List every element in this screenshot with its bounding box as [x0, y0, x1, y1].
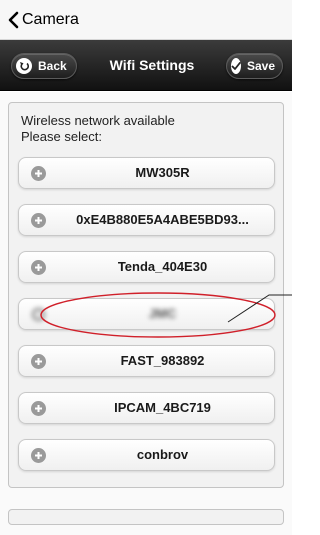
back-arrow-icon [16, 58, 32, 74]
navigation-header: Back Wifi Settings Save [0, 40, 292, 91]
plus-icon [31, 260, 46, 275]
settings-content: Wireless network available Please select… [0, 92, 292, 535]
camera-back-link[interactable]: Camera [8, 11, 79, 29]
bottom-panel-edge [8, 509, 284, 525]
back-button-label: Back [38, 59, 67, 73]
network-item[interactable]: IPCAM_4BC719 [18, 392, 275, 424]
chevron-left-icon [8, 11, 19, 28]
network-item[interactable]: MW305R [18, 157, 275, 189]
network-name: JMC [148, 306, 177, 321]
prompt-line-2: Please select: [21, 129, 102, 144]
network-name: 0xE4B880E5A4ABE5BD93... [76, 212, 249, 227]
plus-icon [31, 354, 46, 369]
network-name: Tenda_404E30 [117, 259, 208, 274]
network-item-obscured[interactable]: JMC [18, 298, 275, 330]
save-button[interactable]: Save [226, 53, 283, 79]
prompt-line-1: Wireless network available [21, 113, 175, 128]
network-item[interactable]: FAST_983892 [18, 345, 275, 377]
camera-back-label: Camera [22, 10, 79, 28]
network-item[interactable]: Tenda_404E30 [18, 251, 275, 283]
page-title: Wifi Settings [109, 57, 195, 73]
ios-status-bar: Camera [0, 0, 292, 40]
network-name: IPCAM_4BC719 [114, 400, 211, 415]
network-name: FAST_983892 [120, 353, 205, 368]
network-name: conbrov [136, 447, 189, 462]
plus-icon [31, 307, 46, 322]
plus-icon [31, 213, 46, 228]
save-button-label: Save [247, 59, 276, 73]
plus-icon [31, 448, 46, 463]
checkmark-icon [231, 58, 241, 74]
network-name: MW305R [135, 165, 190, 180]
network-item[interactable]: 0xE4B880E5A4ABE5BD93... [18, 204, 275, 236]
network-item[interactable]: conbrov [18, 439, 275, 471]
plus-icon [31, 166, 46, 181]
back-button[interactable]: Back [11, 53, 77, 79]
network-prompt: Wireless network available Please select… [21, 113, 271, 145]
plus-icon [31, 401, 46, 416]
